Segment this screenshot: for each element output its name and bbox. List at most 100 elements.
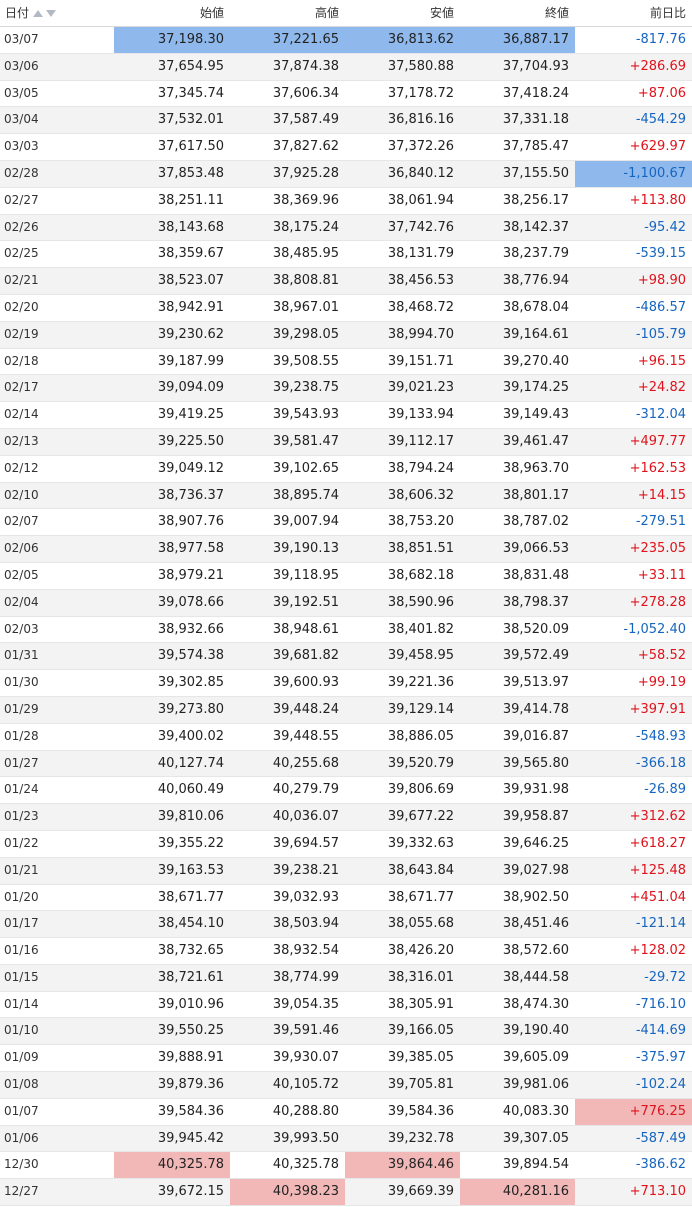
header-high[interactable]: 高値 <box>230 0 345 26</box>
cell-open: 38,932.66 <box>157 621 224 637</box>
cell-change: -102.24 <box>635 1077 686 1093</box>
cell-low: 36,813.62 <box>345 27 460 53</box>
cell-change: -121.14 <box>635 916 686 932</box>
cell-change: -454.29 <box>635 112 686 128</box>
cell-open: 39,187.99 <box>157 353 224 369</box>
table-row: 01/15 38,721.61 38,774.99 38,316.01 38,444.5… <box>0 964 692 992</box>
cell-low: 38,061.94 <box>387 192 454 208</box>
table-row: 02/18 39,187.99 39,508.55 39,151.71 39,270.4… <box>0 349 692 376</box>
table-row: 01/17 38,454.10 38,503.94 38,055.68 38,451.4… <box>0 911 692 939</box>
cell-open: 39,094.09 <box>157 380 224 396</box>
cell-low: 39,232.78 <box>387 1130 454 1146</box>
cell-close: 39,016.87 <box>502 728 569 744</box>
cell-high: 39,448.55 <box>272 728 339 744</box>
cell-change: -386.62 <box>635 1157 686 1173</box>
cell-date: 02/13 <box>4 433 39 448</box>
cell-low: 39,669.39 <box>387 1184 454 1200</box>
table-row: 03/04 37,532.01 37,587.49 36,816.16 37,331.1… <box>0 107 692 135</box>
cell-open: 37,654.95 <box>157 58 224 74</box>
cell-close: 39,646.25 <box>502 835 569 851</box>
cell-high: 40,255.68 <box>272 755 339 771</box>
cell-change: -716.10 <box>635 996 686 1012</box>
header-date-label: 日付 <box>5 6 30 20</box>
table-row: 02/06 38,977.58 39,190.13 38,851.51 39,066.5… <box>0 536 692 563</box>
cell-low: 38,401.82 <box>387 621 454 637</box>
cell-low: 39,385.05 <box>387 1050 454 1066</box>
cell-close: 39,164.61 <box>502 326 569 342</box>
cell-high: 39,448.24 <box>272 701 339 717</box>
cell-change: -548.93 <box>635 728 686 744</box>
header-date[interactable]: 日付 <box>0 0 114 26</box>
header-low[interactable]: 安値 <box>345 0 460 26</box>
cell-low: 36,840.12 <box>387 165 454 181</box>
table-row: 01/09 39,888.91 39,930.07 39,385.05 39,605.0… <box>0 1045 692 1073</box>
cell-low: 39,864.46 <box>345 1152 460 1179</box>
cell-date: 01/30 <box>4 675 39 690</box>
sort-icon[interactable] <box>33 9 57 17</box>
cell-close: 38,902.50 <box>502 889 569 905</box>
cell-change: +162.53 <box>629 460 686 476</box>
table-row: 02/27 38,251.11 38,369.96 38,061.94 38,256.1… <box>0 188 692 215</box>
cell-open: 38,979.21 <box>157 567 224 583</box>
cell-open: 39,400.02 <box>157 728 224 744</box>
cell-close: 37,155.50 <box>502 165 569 181</box>
cell-date: 01/20 <box>4 889 39 904</box>
cell-high: 39,238.21 <box>272 862 339 878</box>
cell-close: 38,142.37 <box>502 219 569 235</box>
cell-open: 38,454.10 <box>157 916 224 932</box>
cell-date: 02/10 <box>4 487 39 502</box>
cell-open: 38,736.37 <box>157 487 224 503</box>
cell-high: 40,288.80 <box>272 1103 339 1119</box>
cell-high: 40,105.72 <box>272 1077 339 1093</box>
cell-low: 37,742.76 <box>387 219 454 235</box>
cell-high: 38,808.81 <box>272 273 339 289</box>
cell-open: 39,273.80 <box>157 701 224 717</box>
cell-date: 02/21 <box>4 273 39 288</box>
cell-low: 39,677.22 <box>387 809 454 825</box>
cell-date: 01/17 <box>4 916 39 931</box>
cell-high: 40,325.78 <box>272 1157 339 1173</box>
cell-open: 38,523.07 <box>157 273 224 289</box>
cell-low: 38,994.70 <box>387 326 454 342</box>
table-row: 01/22 39,355.22 39,694.57 39,332.63 39,646.2… <box>0 831 692 858</box>
table-row: 03/06 37,654.95 37,874.38 37,580.88 37,704.9… <box>0 53 692 81</box>
header-open[interactable]: 始値 <box>114 0 230 26</box>
sort-descending-icon[interactable] <box>46 9 57 17</box>
header-close[interactable]: 終値 <box>460 0 575 26</box>
table-row: 01/07 39,584.36 40,288.80 39,584.36 40,083.3… <box>0 1098 692 1126</box>
cell-change: -486.57 <box>635 299 686 315</box>
cell-low: 37,580.88 <box>387 58 454 74</box>
cell-change: -26.89 <box>644 782 686 798</box>
cell-low: 38,426.20 <box>387 943 454 959</box>
cell-low: 38,305.91 <box>387 996 454 1012</box>
cell-date: 02/06 <box>4 541 39 556</box>
cell-open: 38,721.61 <box>157 969 224 985</box>
cell-open: 39,945.42 <box>157 1130 224 1146</box>
cell-close: 39,307.05 <box>502 1130 569 1146</box>
cell-open: 39,550.25 <box>157 1023 224 1039</box>
cell-date: 02/25 <box>4 246 39 261</box>
cell-date: 01/14 <box>4 996 39 1011</box>
cell-close: 39,149.43 <box>502 407 569 423</box>
cell-change: +497.77 <box>629 433 686 449</box>
cell-close: 39,894.54 <box>502 1157 569 1173</box>
cell-close: 39,931.98 <box>502 782 569 798</box>
sort-ascending-icon[interactable] <box>33 9 44 17</box>
table-row: 01/28 39,400.02 39,448.55 38,886.05 39,016.8… <box>0 724 692 751</box>
cell-close: 39,605.09 <box>502 1050 569 1066</box>
header-change[interactable]: 前日比 <box>575 0 692 26</box>
cell-open: 37,617.50 <box>157 139 224 155</box>
cell-date: 02/28 <box>4 165 39 180</box>
cell-close: 38,572.60 <box>502 943 569 959</box>
cell-low: 38,886.05 <box>387 728 454 744</box>
cell-low: 39,520.79 <box>387 755 454 771</box>
cell-low: 39,166.05 <box>387 1023 454 1039</box>
cell-close: 39,572.49 <box>502 648 569 664</box>
cell-date: 01/10 <box>4 1023 39 1038</box>
cell-change: +113.80 <box>629 192 686 208</box>
cell-change: +33.11 <box>637 567 686 583</box>
cell-open: 40,060.49 <box>157 782 224 798</box>
table-row: 01/08 39,879.36 40,105.72 39,705.81 39,981.0… <box>0 1072 692 1099</box>
cell-low: 38,682.18 <box>387 567 454 583</box>
cell-date: 01/24 <box>4 782 39 797</box>
